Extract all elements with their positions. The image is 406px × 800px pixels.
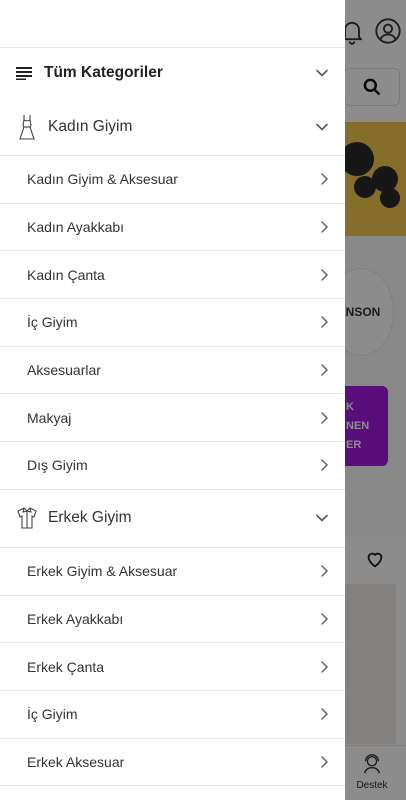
chevron-right-icon: [321, 221, 329, 233]
subcategory-item[interactable]: Erkek Ayakkabı: [0, 596, 345, 644]
chevron-down-icon: [316, 515, 328, 522]
subcategory-label: Aksesuarlar: [27, 362, 101, 379]
chevron-right-icon: [321, 173, 329, 186]
chevron-down-icon: [316, 69, 328, 77]
menu-list-icon: [16, 67, 32, 80]
subcategory-item[interactable]: Erkek Aksesuar: [0, 739, 345, 787]
category-group-erkek-giyim[interactable]: Erkek Giyim: [0, 490, 345, 548]
subcategory-label: Dış Giyim: [27, 457, 88, 474]
shirt-icon: [17, 507, 37, 529]
drawer-header: [0, 0, 345, 48]
subcategory-label: Erkek Giyim & Aksesuar: [27, 563, 178, 580]
subcategory-item[interactable]: Makyaj: [0, 394, 345, 443]
subcategory-label: Erkek Aksesuar: [27, 753, 125, 770]
subcategory-label: İç Giyim: [27, 314, 78, 331]
chevron-right-icon: [321, 708, 329, 720]
subcategory-label: Erkek Çanta: [27, 658, 105, 675]
subcategory-item[interactable]: Kadın Çanta: [0, 251, 345, 300]
chevron-right-icon: [321, 268, 329, 281]
chevron-right-icon: [321, 459, 329, 472]
subcategory-label: Kadın Çanta: [27, 266, 105, 283]
subcategory-item[interactable]: Erkek Çanta: [0, 643, 345, 691]
subcategory-label: Makyaj: [27, 409, 72, 426]
group-label: Kadın Giyim: [48, 117, 133, 135]
subcategory-item[interactable]: Dış Giyim: [0, 442, 345, 490]
chevron-down-icon: [316, 123, 328, 131]
chevron-right-icon: [321, 660, 329, 673]
chevron-right-icon: [321, 613, 329, 625]
all-categories-row[interactable]: Tüm Kategoriler: [0, 48, 345, 98]
chevron-right-icon: [321, 412, 329, 424]
chevron-right-icon: [321, 364, 329, 376]
subcategory-label: Kadın Ayakkabı: [27, 219, 125, 236]
group-label: Erkek Giyim: [48, 509, 132, 527]
subcategory-item[interactable]: Kadın Giyim & Aksesuar: [0, 156, 345, 204]
subcategory-item[interactable]: Kadın Ayakkabı: [0, 204, 345, 252]
subcategory-label: Erkek Ayakkabı: [27, 610, 124, 627]
subcategory-item[interactable]: İç Giyim: [0, 691, 345, 739]
subcategory-label: Kadın Giyim & Aksesuar: [27, 171, 178, 188]
subcategory-item[interactable]: İç Giyim: [0, 299, 345, 347]
category-drawer: Tüm Kategoriler Kadın Giyim Kadın Giyim …: [0, 0, 345, 800]
dress-icon: [19, 114, 35, 140]
all-categories-label: Tüm Kategoriler: [44, 64, 163, 81]
subcategory-label: İç Giyim: [27, 706, 78, 723]
category-group-kadin-giyim[interactable]: Kadın Giyim: [0, 98, 345, 156]
subcategory-item[interactable]: Aksesuarlar: [0, 347, 345, 395]
subcategory-item[interactable]: Erkek Giyim & Aksesuar: [0, 548, 345, 596]
chevron-right-icon: [321, 316, 329, 329]
chevron-right-icon: [321, 565, 329, 577]
chevron-right-icon: [321, 756, 329, 768]
